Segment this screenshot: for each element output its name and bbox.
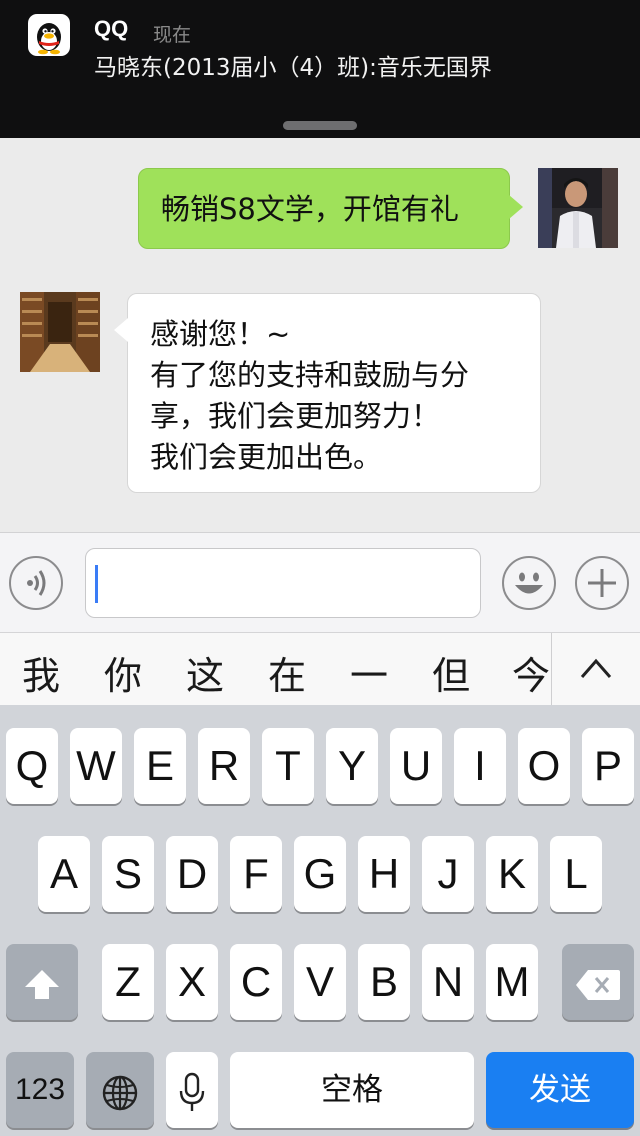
- candidate-word[interactable]: 这: [186, 645, 224, 700]
- notification-message: 马晓东(2013届小（4）班):音乐无国界: [94, 55, 492, 81]
- key-e[interactable]: E: [134, 728, 186, 804]
- contact-avatar[interactable]: [20, 292, 100, 372]
- voice-icon: [27, 570, 46, 596]
- outgoing-message-text: 畅销S8文学，开馆有礼: [161, 192, 459, 226]
- chevron-up-icon[interactable]: [578, 653, 614, 683]
- candidate-word[interactable]: 你: [104, 645, 142, 700]
- space-key[interactable]: 空格: [230, 1052, 474, 1128]
- qq-penguin-icon: [28, 14, 70, 56]
- incoming-message-line: 有了您的支持和鼓励与分: [150, 358, 470, 392]
- key-o[interactable]: O: [518, 728, 570, 804]
- key-i[interactable]: I: [454, 728, 506, 804]
- emoji-button[interactable]: [502, 556, 556, 610]
- text-caret: [95, 565, 98, 603]
- my-avatar[interactable]: [538, 168, 618, 248]
- globe-key[interactable]: [86, 1052, 154, 1128]
- numbers-key[interactable]: 123: [6, 1052, 74, 1128]
- notification-time: 现在: [153, 24, 192, 46]
- candidate-word[interactable]: 一: [350, 645, 388, 700]
- candidate-bar: 我 你 这 在 一 但 今: [0, 632, 640, 706]
- shift-key[interactable]: [6, 944, 78, 1020]
- backspace-icon: [576, 969, 620, 1000]
- incoming-message-line: 感谢您！~: [150, 317, 291, 351]
- keyboard: Q W E R T Y U I O P A S D F G H J K L Z …: [0, 705, 640, 1136]
- notification-app-name: QQ: [94, 16, 129, 41]
- send-key[interactable]: 发送: [486, 1052, 634, 1128]
- key-u[interactable]: U: [390, 728, 442, 804]
- key-f[interactable]: F: [230, 836, 282, 912]
- key-z[interactable]: Z: [102, 944, 154, 1020]
- key-y[interactable]: Y: [326, 728, 378, 804]
- key-q[interactable]: Q: [6, 728, 58, 804]
- candidate-word[interactable]: 但: [432, 645, 470, 700]
- more-button[interactable]: [575, 556, 629, 610]
- key-r[interactable]: R: [198, 728, 250, 804]
- key-w[interactable]: W: [70, 728, 122, 804]
- incoming-message-line: 我们会更加出色。: [150, 440, 383, 474]
- key-v[interactable]: V: [294, 944, 346, 1020]
- key-x[interactable]: X: [166, 944, 218, 1020]
- voice-button[interactable]: [9, 556, 63, 610]
- candidate-word[interactable]: 我: [22, 645, 60, 700]
- notification-banner[interactable]: QQ 现在 马晓东(2013届小（4）班):音乐无国界: [0, 0, 640, 138]
- incoming-message-bubble[interactable]: 感谢您！~ 有了您的支持和鼓励与分 享，我们会更加努力！ 我们会更加出色。: [114, 293, 541, 493]
- key-p[interactable]: P: [582, 728, 634, 804]
- outgoing-message-bubble[interactable]: 畅销S8文学，开馆有礼: [138, 168, 523, 249]
- plus-icon: [588, 569, 616, 597]
- emoji-icon: [515, 572, 543, 594]
- microphone-key[interactable]: [166, 1052, 218, 1128]
- incoming-message-line: 享，我们会更加努力！: [150, 399, 441, 433]
- backspace-key[interactable]: [562, 944, 634, 1020]
- candidate-divider: [551, 633, 552, 705]
- key-l[interactable]: L: [550, 836, 602, 912]
- microphone-icon: [179, 1072, 205, 1111]
- key-g[interactable]: G: [294, 836, 346, 912]
- candidate-word[interactable]: 在: [268, 645, 306, 700]
- key-t[interactable]: T: [262, 728, 314, 804]
- key-b[interactable]: B: [358, 944, 410, 1020]
- globe-icon: [102, 1075, 138, 1111]
- key-n[interactable]: N: [422, 944, 474, 1020]
- key-s[interactable]: S: [102, 836, 154, 912]
- key-j[interactable]: J: [422, 836, 474, 912]
- shift-icon: [25, 969, 59, 999]
- notification-grabber[interactable]: [283, 121, 357, 130]
- key-d[interactable]: D: [166, 836, 218, 912]
- key-a[interactable]: A: [38, 836, 90, 912]
- message-input[interactable]: [85, 548, 481, 618]
- key-m[interactable]: M: [486, 944, 538, 1020]
- key-c[interactable]: C: [230, 944, 282, 1020]
- chat-input-bar: [0, 532, 640, 633]
- key-k[interactable]: K: [486, 836, 538, 912]
- key-h[interactable]: H: [358, 836, 410, 912]
- candidate-word[interactable]: 今: [512, 645, 550, 700]
